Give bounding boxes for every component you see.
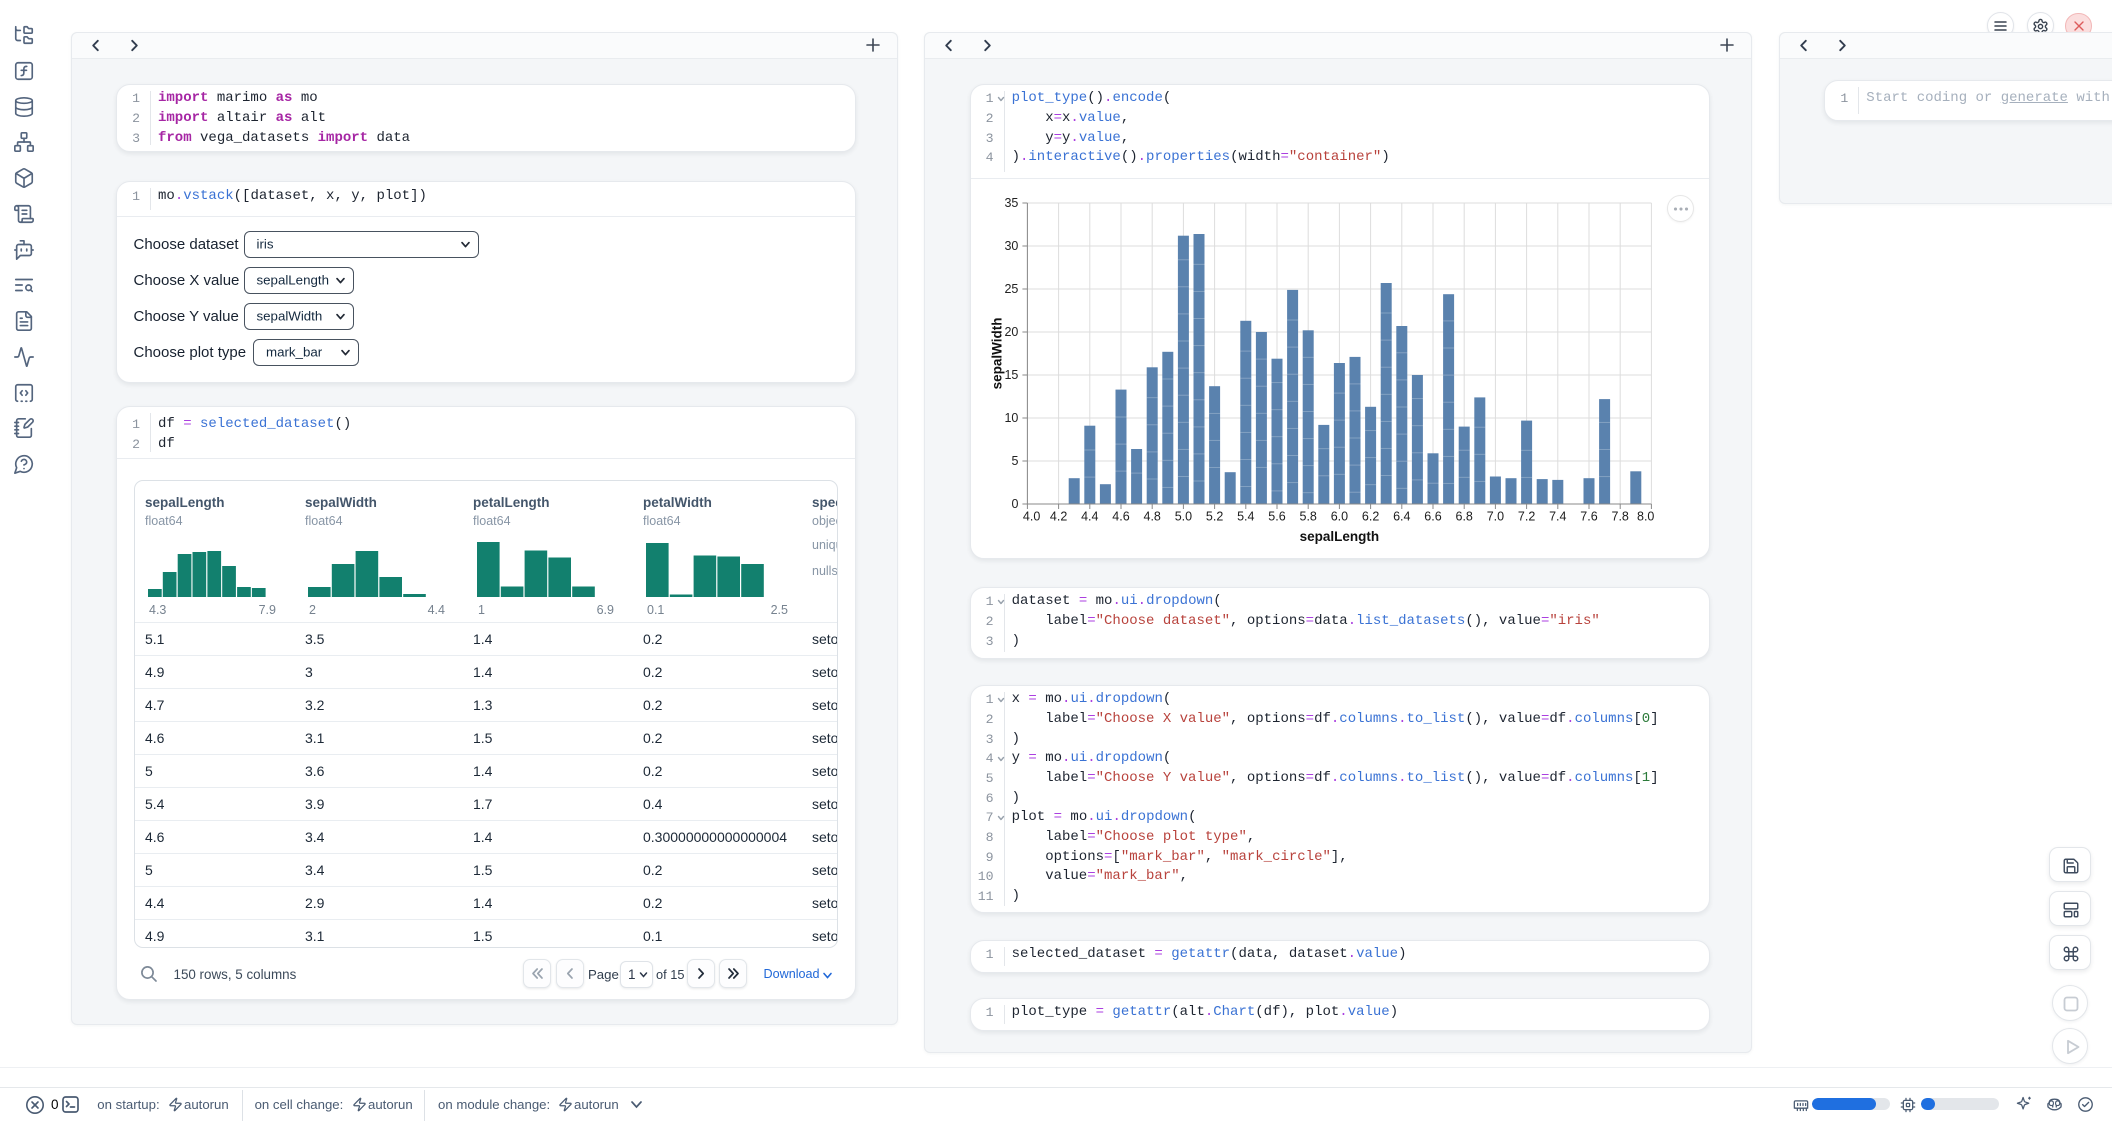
svg-text:30: 30: [1004, 239, 1018, 253]
svg-text:7.2: 7.2: [1517, 510, 1534, 524]
svg-text:4.0: 4.0: [1022, 510, 1039, 524]
svg-text:6.4: 6.4: [1393, 510, 1410, 524]
svg-text:10: 10: [1004, 411, 1018, 425]
svg-text:7.4: 7.4: [1549, 510, 1566, 524]
svg-text:sepalLength: sepalLength: [1299, 529, 1379, 544]
svg-text:5.6: 5.6: [1268, 510, 1285, 524]
svg-text:0: 0: [1011, 497, 1018, 511]
svg-text:4.2: 4.2: [1049, 510, 1066, 524]
svg-text:4.8: 4.8: [1143, 510, 1160, 524]
svg-text:35: 35: [1004, 196, 1018, 210]
svg-text:7.0: 7.0: [1486, 510, 1503, 524]
svg-text:6.2: 6.2: [1361, 510, 1378, 524]
svg-text:20: 20: [1004, 325, 1018, 339]
svg-text:5.8: 5.8: [1299, 510, 1316, 524]
svg-text:6.6: 6.6: [1424, 510, 1441, 524]
svg-text:7.8: 7.8: [1611, 510, 1628, 524]
svg-text:5.2: 5.2: [1205, 510, 1222, 524]
svg-text:15: 15: [1004, 368, 1018, 382]
svg-text:6.0: 6.0: [1330, 510, 1347, 524]
svg-text:5: 5: [1011, 454, 1018, 468]
svg-text:4.4: 4.4: [1081, 510, 1098, 524]
svg-text:7.6: 7.6: [1580, 510, 1597, 524]
svg-text:5.0: 5.0: [1174, 510, 1191, 524]
svg-text:6.8: 6.8: [1455, 510, 1472, 524]
svg-text:sepalWidth: sepalWidth: [989, 318, 1004, 390]
svg-text:4.6: 4.6: [1112, 510, 1129, 524]
svg-text:25: 25: [1004, 282, 1018, 296]
svg-text:8.0: 8.0: [1637, 510, 1654, 524]
svg-text:5.4: 5.4: [1237, 510, 1254, 524]
